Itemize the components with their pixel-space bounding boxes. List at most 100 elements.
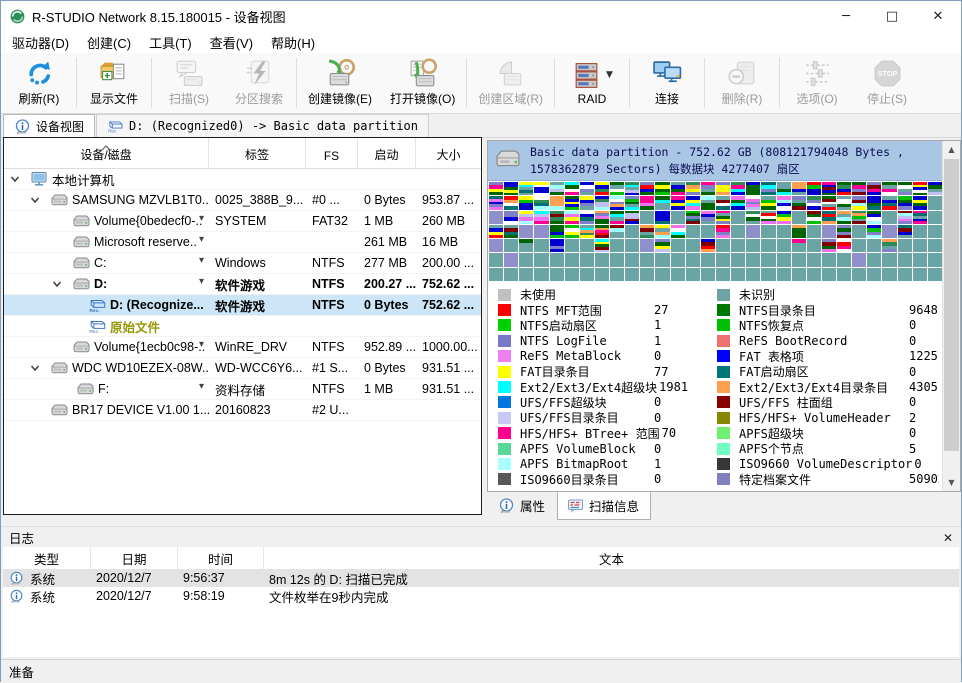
legend-item: HFS/HFS+ VolumeHeader2 — [717, 410, 939, 425]
toolbar-button-options[interactable]: 选项(O) — [782, 53, 852, 113]
toolbar-button-scan[interactable]: 扫描(S) — [154, 53, 224, 113]
scan-block — [837, 211, 851, 224]
scrollbar-thumb[interactable] — [944, 159, 959, 451]
legend-label: UFS/FFS超级块 — [520, 395, 652, 410]
legend-count: 0 — [652, 349, 661, 363]
legend-count: 509021 — [907, 472, 939, 486]
dropdown-icon[interactable]: ▾ — [199, 339, 204, 350]
tab-device-view[interactable]: 设备视图 — [3, 114, 95, 138]
scan-block — [928, 182, 942, 195]
log-column-header[interactable]: 时间 — [178, 547, 264, 569]
scan-block — [534, 268, 548, 281]
scan-block — [640, 182, 654, 195]
toolbar-button-partition-search[interactable]: 分区搜索 — [224, 53, 294, 113]
scroll-up-icon[interactable]: ▲ — [943, 141, 960, 158]
start-cell: 200.27 ... — [358, 274, 416, 294]
column-header[interactable]: 启动 — [358, 138, 416, 168]
table-row[interactable]: Rec.D: (Recognize...软件游戏NTFS0 Bytes752.6… — [4, 295, 481, 316]
close-icon[interactable]: ✕ — [915, 1, 961, 31]
column-header[interactable]: 设备/磁盘 — [4, 138, 209, 168]
log-type-text: 系统 — [30, 569, 55, 587]
log-row[interactable]: 系统2020/12/79:56:378m 12s 的 D: 扫描已完成 — [3, 569, 959, 587]
table-row[interactable]: D:▾软件游戏NTFS200.27 ...752.62 ... — [4, 274, 481, 295]
table-row[interactable]: F:▾资料存储NTFS1 MB931.51 ... — [4, 379, 481, 400]
table-row[interactable]: 本地计算机 — [4, 169, 481, 190]
toolbar-button-create-image[interactable]: 创建镜像(E) — [299, 53, 381, 113]
table-row[interactable]: WDC WD10EZEX-08W...WD-WCC6Y6...#1 S...0 … — [4, 358, 481, 379]
log-column-header[interactable]: 日期 — [91, 547, 178, 569]
maximize-icon[interactable]: □ — [869, 1, 915, 31]
column-header[interactable]: 大小 — [416, 138, 481, 168]
scan-block — [489, 253, 503, 266]
toolbar-button-create-region[interactable]: 创建区域(R) — [469, 53, 552, 113]
toolbar-button-stop[interactable]: STOP停止(S) — [852, 53, 922, 113]
dropdown-arrow-icon[interactable]: ▼ — [606, 70, 613, 80]
scan-block — [625, 268, 639, 281]
table-row[interactable]: Volume{1ecb0c98-..▾WinRE_DRVNTFS952.89 .… — [4, 337, 481, 358]
toolbar-separator — [629, 58, 630, 108]
toolbar-button-refresh[interactable]: 刷新(R) — [4, 53, 74, 113]
table-row[interactable]: BR17 DEVICE V1.00 1....20160823#2 U... — [4, 400, 481, 421]
disk-icon — [72, 339, 91, 355]
scan-block — [777, 182, 791, 195]
device-table-header: 设备/磁盘标签FS启动大小 — [4, 138, 481, 169]
scan-block — [565, 239, 579, 252]
label-cell: 软件游戏 — [209, 295, 306, 315]
log-column-header[interactable]: 类型 — [3, 547, 91, 569]
toolbar-button-raid[interactable]: ▼RAID — [557, 53, 627, 113]
dropdown-icon[interactable]: ▾ — [199, 255, 204, 266]
menu-item[interactable]: 工具(T) — [140, 31, 201, 53]
toolbar-button-label: 打开镜像(O) — [390, 90, 455, 107]
disk-icon — [76, 381, 95, 397]
expander-icon[interactable] — [29, 362, 41, 374]
status-text: 准备 — [1, 662, 34, 681]
table-row[interactable]: Volume{0bedecf0-..▾SYSTEMFAT321 MB260 MB — [4, 211, 481, 232]
scroll-down-icon[interactable]: ▼ — [943, 474, 960, 491]
table-row[interactable]: Microsoft reserve..▾261 MB16 MB — [4, 232, 481, 253]
minimize-icon[interactable]: ─ — [823, 1, 869, 31]
scan-block — [867, 239, 881, 252]
toolbar-button-show-files[interactable]: 显示文件 — [79, 53, 149, 113]
log-close-icon[interactable]: ✕ — [943, 531, 953, 545]
log-column-header[interactable]: 文本 — [264, 547, 959, 569]
dropdown-icon[interactable]: ▾ — [199, 276, 204, 287]
toolbar-button-delete[interactable]: 删除(R) — [707, 53, 777, 113]
size-cell — [416, 169, 481, 189]
column-header[interactable]: 标签 — [209, 138, 306, 168]
menu-item[interactable]: 查看(V) — [201, 31, 262, 53]
svg-text:Rec.: Rec. — [89, 308, 100, 313]
legend-item: NTFS目录条目9648 — [717, 302, 939, 317]
legend-item: Ext2/Ext3/Ext4目录条目4305 — [717, 379, 939, 394]
menu-item[interactable]: 驱动器(D) — [3, 31, 78, 53]
scan-block — [595, 239, 609, 252]
log-row[interactable]: 系统2020/12/79:58:19文件枚举在9秒内完成 — [3, 587, 959, 605]
table-row[interactable]: C:▾WindowsNTFS277 MB200.00 ... — [4, 253, 481, 274]
expander-icon[interactable] — [29, 194, 41, 206]
panel-tab-properties[interactable]: 属性 — [488, 492, 557, 520]
dropdown-icon[interactable]: ▾ — [199, 213, 204, 224]
device-cell: BR17 DEVICE V1.00 1.... — [4, 400, 209, 420]
column-header[interactable]: FS — [306, 138, 358, 168]
scan-block — [610, 196, 624, 209]
scan-block — [519, 182, 533, 195]
menu-item[interactable]: 帮助(H) — [262, 31, 324, 53]
toolbar-button-open-image[interactable]: 打开镜像(O) — [381, 53, 464, 113]
tab-recognized-partition[interactable]: Rec.D: (Recognized0) -> Basic data parti… — [96, 114, 429, 137]
legend-item: FAT启动扇区0 — [717, 364, 939, 379]
scan-block — [625, 182, 639, 195]
device-cell: Volume{0bedecf0-..▾ — [4, 211, 209, 231]
legend-label: APFS超级块 — [739, 425, 907, 440]
table-row[interactable]: SAMSUNG MZVLB1T0...0025_388B_9...#0 ...0… — [4, 190, 481, 211]
size-cell: 16 MB — [416, 232, 481, 252]
expander-icon[interactable] — [9, 173, 21, 185]
toolbar-button-label: 选项(O) — [796, 90, 837, 107]
menu-item[interactable]: 创建(C) — [78, 31, 140, 53]
scrollbar[interactable]: ▲ ▼ — [942, 141, 960, 491]
expander-icon[interactable] — [51, 278, 63, 290]
toolbar-button-connect[interactable]: 连接 — [632, 53, 702, 113]
dropdown-icon[interactable]: ▾ — [199, 381, 204, 392]
scan-block — [852, 225, 866, 238]
dropdown-icon[interactable]: ▾ — [199, 234, 204, 245]
table-row[interactable]: Rec.原始文件 — [4, 316, 481, 337]
panel-tab-scan-info[interactable]: 扫描信息 — [557, 492, 651, 520]
